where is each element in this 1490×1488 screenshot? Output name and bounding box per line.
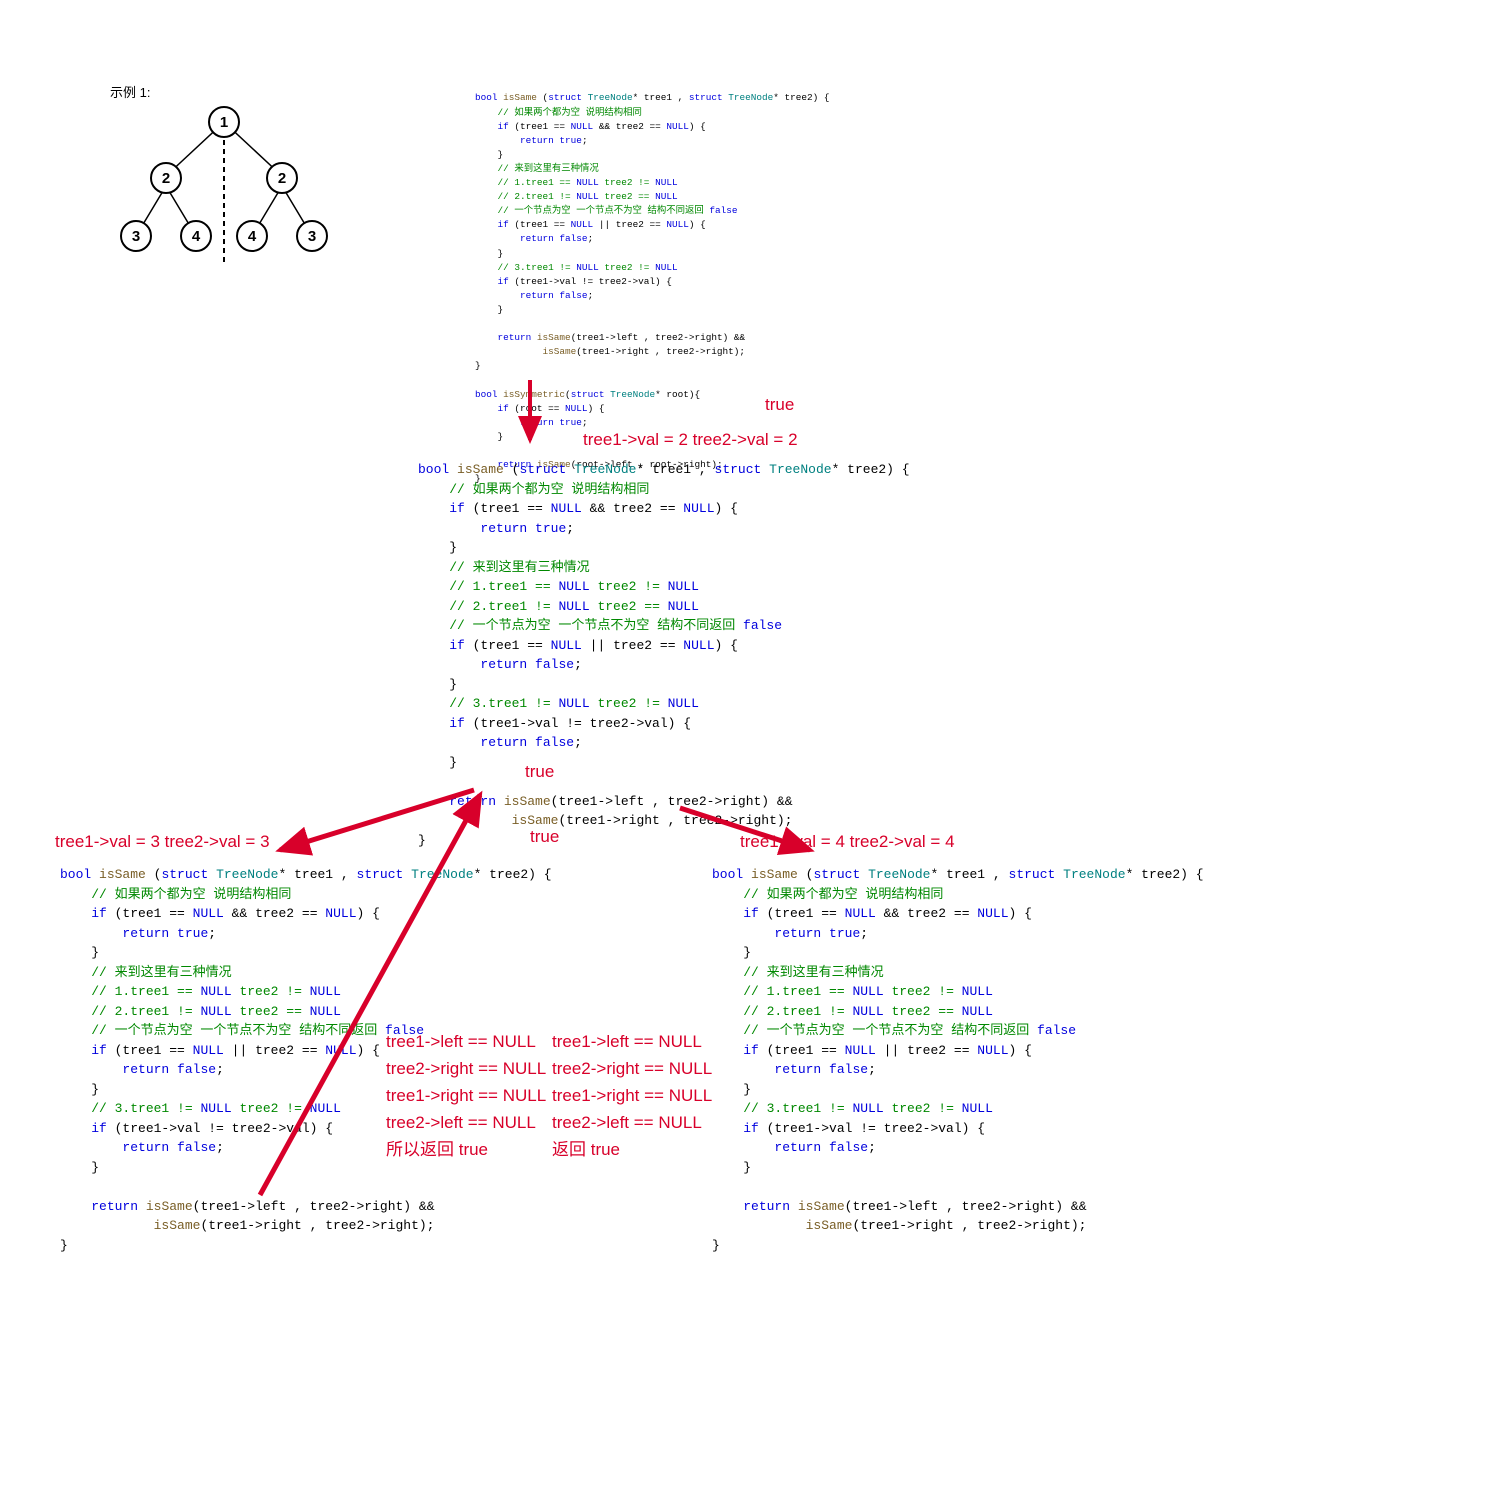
code-middle: bool isSame (struct TreeNode* tree1 , st… bbox=[418, 460, 910, 850]
tree-node-ll: 3 bbox=[120, 220, 152, 252]
code-bottom-right: bool isSame (struct TreeNode* tree1 , st… bbox=[712, 865, 1204, 1255]
binary-tree: 1 2 2 3 4 4 3 bbox=[108, 100, 338, 275]
anno-vals-2: tree1->val = 2 tree2->val = 2 bbox=[583, 430, 798, 450]
tree-node-root: 1 bbox=[208, 106, 240, 138]
example-label: 示例 1: bbox=[110, 82, 150, 101]
anno-vals-3: tree1->val = 3 tree2->val = 3 bbox=[55, 832, 270, 852]
anno-right-block: tree1->left == NULL tree2->right == NULL… bbox=[552, 1028, 712, 1163]
tree-node-lr: 4 bbox=[180, 220, 212, 252]
anno-true-mid1: true bbox=[525, 762, 554, 782]
anno-left-block: tree1->left == NULL tree2->right == NULL… bbox=[386, 1028, 546, 1163]
anno-true-mid2: true bbox=[530, 827, 559, 847]
anno-vals-4: tree1->val = 4 tree2->val = 4 bbox=[740, 832, 955, 852]
tree-node-rl: 4 bbox=[236, 220, 268, 252]
tree-node-r: 2 bbox=[266, 162, 298, 194]
tree-node-rr: 3 bbox=[296, 220, 328, 252]
code-top-small: bool isSame (struct TreeNode* tree1 , st… bbox=[475, 91, 830, 486]
anno-true-top: true bbox=[765, 395, 794, 415]
tree-node-l: 2 bbox=[150, 162, 182, 194]
